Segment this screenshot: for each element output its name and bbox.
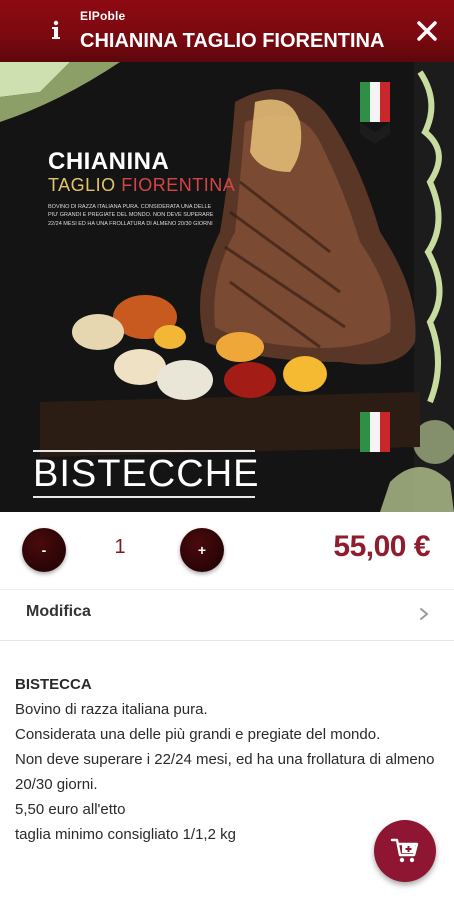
description-title: BISTECCA — [15, 676, 92, 693]
add-to-cart-button[interactable] — [374, 820, 436, 882]
page-title: CHIANINA TAGLIO FIORENTINA — [80, 30, 385, 52]
modifica-row[interactable]: Modifica — [0, 590, 454, 640]
hero-artwork — [0, 62, 454, 512]
description-line: Considerata una delle più grandi e pregi… — [15, 726, 381, 743]
hero-title-line2: TAGLIO FIORENTINA — [48, 175, 235, 196]
quantity-value: 1 — [114, 536, 126, 558]
quantity-row: - 1 + 55,00 € — [0, 512, 454, 590]
increase-quantity-button[interactable]: + — [180, 528, 224, 572]
hero-title-word1: TAGLIO — [48, 175, 116, 195]
hero-title-line1: CHIANINA — [48, 148, 170, 175]
app-name: ElPoble — [80, 9, 126, 23]
description-line: Bovino di razza italiana pura. — [15, 701, 208, 718]
top-bar: ElPoble CHIANINA TAGLIO FIORENTINA — [0, 0, 454, 62]
decrease-quantity-button[interactable]: - — [22, 528, 66, 572]
hero-small-text: Bovino di razza italiana pura. Considera… — [48, 204, 214, 227]
add-to-cart-icon — [390, 838, 419, 863]
divider — [0, 640, 454, 641]
product-description: BISTECCA Bovino di razza italiana pura. … — [15, 672, 440, 847]
product-image: CHIANINA TAGLIO FIORENTINA Bovino di raz… — [0, 62, 454, 512]
close-icon[interactable] — [416, 20, 438, 42]
chevron-right-icon — [420, 608, 428, 620]
hero-title-word2: FIORENTINA — [121, 175, 236, 195]
modifica-label: Modifica — [26, 603, 91, 620]
hero-banner-text: BISTECCHE — [33, 453, 260, 495]
price: 55,00 € — [333, 530, 430, 563]
info-icon[interactable] — [44, 18, 68, 42]
description-line: Non deve superare i 22/24 mesi, ed ha un… — [15, 751, 435, 793]
description-line: 5,50 euro all'etto — [15, 801, 126, 818]
